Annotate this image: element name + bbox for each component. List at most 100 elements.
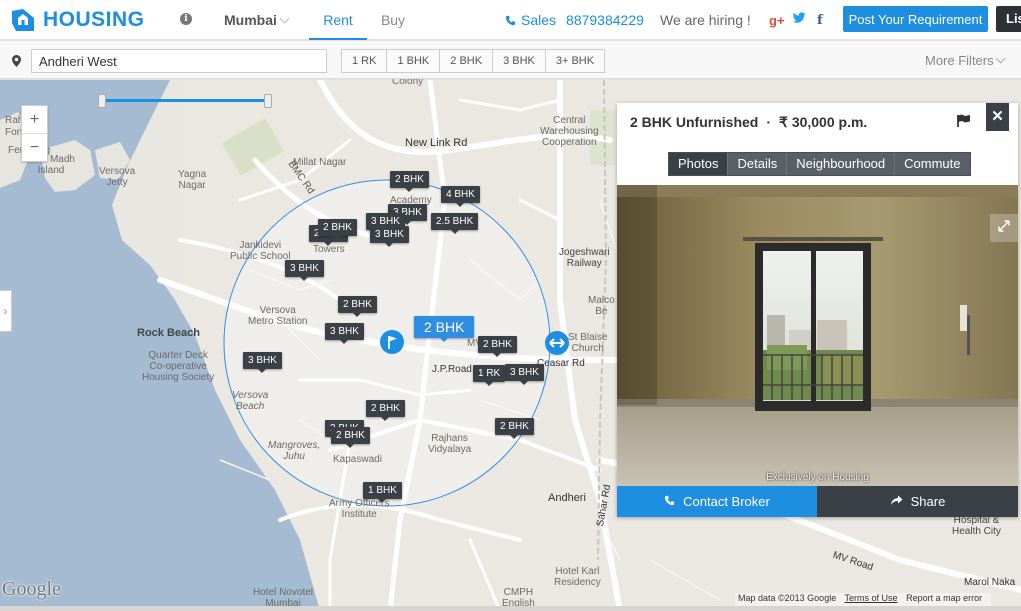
app: Millat Nagar Colony New Link Rd BMC Rd R… bbox=[0, 0, 1021, 611]
property-marker[interactable]: 3 BHK bbox=[243, 352, 282, 373]
map-label-mangroves: Mangroves, Juhu bbox=[268, 440, 321, 462]
map-label-versova-metro: Versova Metro Station bbox=[248, 305, 308, 327]
bhk-filter-button[interactable]: 3 BHK bbox=[492, 49, 546, 73]
contact-broker-label: Contact Broker bbox=[683, 494, 770, 509]
terms-of-use-link[interactable]: Terms of Use bbox=[845, 593, 898, 603]
contact-broker-button[interactable]: Contact Broker bbox=[617, 486, 817, 517]
property-marker[interactable]: 2 BHK bbox=[478, 336, 517, 357]
listing-type: 2 BHK Unfurnished bbox=[630, 114, 759, 130]
hiring-link[interactable]: We are hiring ! bbox=[660, 12, 751, 28]
bhk-filter-button[interactable]: 1 BHK bbox=[386, 49, 441, 73]
bhk-filter-button[interactable]: 3+ BHK bbox=[544, 49, 606, 73]
map-label-st-blaise: St Blaise Church bbox=[568, 332, 608, 354]
property-marker[interactable]: 4 BHK bbox=[441, 186, 480, 207]
tab-rent[interactable]: Rent bbox=[309, 0, 367, 40]
property-marker[interactable]: 3 BHK bbox=[285, 260, 324, 281]
map-label-hotel-karl: Hotel Karl Residency bbox=[554, 566, 601, 588]
map-label-yagna-nagar: Yagna Nagar bbox=[178, 169, 207, 191]
radius-resize-handle[interactable] bbox=[545, 331, 569, 355]
zoom-in-button[interactable]: + bbox=[22, 106, 47, 133]
map-label-ceasar-road: Ceasar Rd bbox=[537, 358, 585, 369]
location-search-input[interactable] bbox=[31, 49, 327, 73]
bhk-filter-button[interactable]: 2 BHK bbox=[439, 49, 494, 73]
tab-details[interactable]: Details bbox=[727, 153, 787, 175]
report-map-error-link[interactable]: Report a map error bbox=[906, 593, 982, 603]
property-marker[interactable]: 2.5 BHK bbox=[431, 213, 479, 234]
map-label-central-warehousing: Central Warehousing Cooperation bbox=[540, 115, 599, 148]
twitter-bird-glyph bbox=[792, 12, 806, 23]
map-label-kapaswadi: Kapaswadi bbox=[333, 454, 382, 465]
panel-tabs: Photos Details Neighbourhood Commute bbox=[668, 152, 971, 176]
tab-buy[interactable]: Buy bbox=[373, 0, 413, 40]
property-marker[interactable]: 2 BHK bbox=[495, 418, 534, 439]
bhk-filter-button[interactable]: 1 RK bbox=[341, 49, 388, 73]
twitter-icon[interactable] bbox=[792, 12, 806, 27]
map-label-rajhans: Rajhans Vidyalaya bbox=[428, 433, 472, 455]
property-marker[interactable]: 2 BHK bbox=[331, 427, 370, 448]
phone-icon bbox=[665, 495, 675, 506]
property-marker[interactable]: 1 BHK bbox=[363, 482, 402, 503]
sales-label: Sales bbox=[521, 12, 557, 28]
radius-slider[interactable] bbox=[98, 94, 274, 108]
selected-property-marker[interactable]: 2 BHK bbox=[414, 316, 475, 342]
share-icon bbox=[890, 495, 903, 506]
property-photo[interactable]: Exclusively on Housing bbox=[617, 185, 1018, 486]
tab-neighbourhood[interactable]: Neighbourhood bbox=[786, 153, 895, 175]
location-flag-pin[interactable] bbox=[380, 330, 404, 354]
share-label: Share bbox=[910, 494, 946, 509]
tab-photos[interactable]: Photos bbox=[669, 153, 728, 175]
horizontal-arrows-icon bbox=[549, 338, 565, 348]
close-panel-button[interactable]: ✕ bbox=[986, 103, 1009, 131]
share-button[interactable]: Share bbox=[817, 486, 1018, 517]
sales-phone-number[interactable]: 8879384229 bbox=[566, 12, 644, 28]
map-label-new-link-road: New Link Rd bbox=[405, 137, 468, 149]
listing-price: ₹ 30,000 p.m. bbox=[779, 114, 868, 130]
google-plus-icon[interactable]: g+ bbox=[769, 13, 785, 28]
radius-slider-min-handle[interactable] bbox=[98, 94, 106, 108]
info-icon[interactable]: i bbox=[180, 13, 192, 25]
chevron-down-icon[interactable] bbox=[279, 13, 290, 24]
list-property-button[interactable]: Lis bbox=[996, 6, 1021, 32]
map-label-jogeshwari: Jogeshwari Railway bbox=[559, 247, 610, 269]
tab-commute[interactable]: Commute bbox=[894, 153, 970, 175]
property-marker[interactable]: 3 BHK bbox=[505, 364, 544, 385]
property-marker[interactable]: 2 BHK bbox=[318, 219, 357, 240]
property-marker[interactable]: 3 BHK bbox=[325, 323, 364, 344]
zoom-out-button[interactable]: − bbox=[22, 133, 47, 160]
more-filters-button[interactable]: More Filters bbox=[925, 53, 994, 68]
property-marker[interactable]: 2 BHK bbox=[338, 296, 377, 317]
google-logo: Google bbox=[2, 578, 61, 600]
report-flag-icon[interactable] bbox=[956, 114, 972, 128]
post-requirement-button[interactable]: Post Your Requirement bbox=[843, 6, 988, 32]
map-label-andheri: Andheri bbox=[548, 492, 586, 504]
map-data-credit: Map data ©2013 Google bbox=[738, 593, 837, 603]
zoom-control: + − bbox=[21, 105, 48, 162]
property-panel: 2 BHK Unfurnished · ₹ 30,000 p.m. ✕ Photos… bbox=[617, 103, 1018, 517]
radius-slider-track bbox=[101, 99, 271, 102]
radius-slider-max-handle[interactable] bbox=[264, 94, 272, 108]
top-header: HOUSING i Mumbai Rent Buy Sales 88793842… bbox=[0, 0, 1021, 40]
property-marker[interactable]: 1 RK bbox=[473, 365, 506, 386]
chevron-down-icon[interactable] bbox=[995, 53, 1006, 64]
map-label-rock-beach: Rock Beach bbox=[137, 327, 200, 339]
map-label-millat: Millat Nagar bbox=[293, 157, 347, 168]
city-selector[interactable]: Mumbai bbox=[224, 12, 277, 28]
map-attribution: Map data ©2013 Google Terms of Use Repor… bbox=[735, 593, 992, 606]
property-marker[interactable]: 2 BHK bbox=[390, 171, 429, 192]
map-label-marol-naka: Marol Naka bbox=[964, 577, 1016, 588]
facebook-icon[interactable]: f bbox=[817, 13, 823, 28]
map-bottom-scrollbar[interactable] bbox=[0, 606, 1021, 611]
bhk-filter-group: 1 RK 1 BHK 2 BHK 3 BHK 3+ BHK bbox=[341, 49, 606, 73]
property-marker[interactable]: 3 BHK bbox=[370, 226, 409, 247]
phone-icon bbox=[505, 15, 516, 25]
expand-sidebar-tab[interactable]: › bbox=[0, 290, 12, 332]
flag-icon bbox=[388, 336, 397, 349]
map-label-jp-road: J.P.Road bbox=[432, 364, 472, 375]
map-label-quarter-deck: Quarter Deck Co-operative Housing Societ… bbox=[142, 350, 215, 383]
property-title: 2 BHK Unfurnished · ₹ 30,000 p.m. bbox=[630, 114, 868, 130]
property-marker[interactable]: 2 BHK bbox=[366, 400, 405, 421]
expand-photo-button[interactable] bbox=[990, 214, 1018, 242]
housing-logo[interactable]: HOUSING bbox=[9, 6, 145, 34]
sales-contact[interactable]: Sales 8879384229 bbox=[505, 12, 644, 28]
photo-credit: Exclusively on Housing bbox=[766, 472, 869, 483]
